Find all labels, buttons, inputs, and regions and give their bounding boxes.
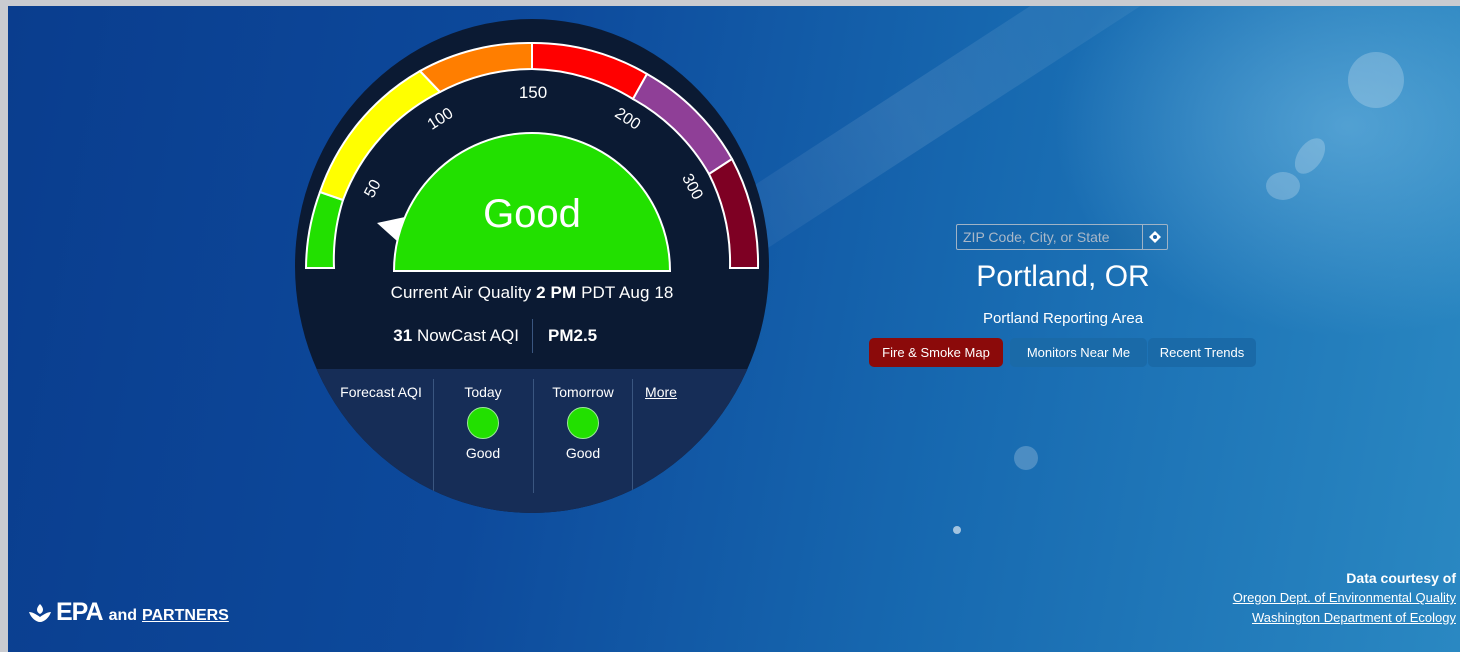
forecast-day-status: Good xyxy=(565,445,601,461)
aqi-summary: 31 NowCast AQI PM2.5 xyxy=(295,319,769,355)
credit-heading: Data courtesy of xyxy=(1346,570,1456,586)
monitors-near-me-button[interactable]: Monitors Near Me xyxy=(1010,338,1147,367)
tick-300: 300 xyxy=(678,171,706,203)
aqi-status-dot xyxy=(567,407,599,439)
recent-trends-button[interactable]: Recent Trends xyxy=(1148,338,1256,367)
data-credits: Data courtesy of Oregon Dept. of Environ… xyxy=(1233,568,1456,628)
location-city: Portland, OR xyxy=(976,260,1150,293)
credit-link-oregon[interactable]: Oregon Dept. of Environmental Quality xyxy=(1233,588,1456,608)
arc-moderate xyxy=(318,69,442,202)
forecast-day-name: Today xyxy=(464,384,502,400)
lens-flare xyxy=(953,526,961,534)
partners-link[interactable]: PARTNERS xyxy=(142,607,229,625)
arc-very-unhealthy xyxy=(631,72,734,176)
tick-50: 50 xyxy=(361,177,384,201)
search-input[interactable] xyxy=(957,225,1141,249)
epa-wordmark: EPA xyxy=(56,598,104,626)
locate-icon-graphic xyxy=(1149,231,1161,243)
forecast-day-name: Tomorrow xyxy=(552,384,614,400)
category-label: Good xyxy=(483,192,581,236)
forecast-label: Forecast AQI xyxy=(340,384,422,400)
epa-flower-icon xyxy=(29,603,51,622)
divider xyxy=(433,379,434,493)
reporting-area: Portland Reporting Area xyxy=(982,310,1144,327)
tick-150: 150 xyxy=(519,83,547,102)
aqi-value: 31 xyxy=(393,326,413,345)
credit-link-washington[interactable]: Washington Department of Ecology xyxy=(1233,608,1456,628)
lens-flare xyxy=(1348,52,1404,108)
lens-flare xyxy=(1288,132,1332,180)
arc-hazardous xyxy=(707,157,760,269)
current-label: Current Air Quality xyxy=(390,283,532,302)
arc-good xyxy=(304,190,345,269)
fire-smoke-map-button[interactable]: Fire & Smoke Map xyxy=(869,338,1003,367)
forecast-day-status: Good xyxy=(465,445,501,461)
lens-flare xyxy=(1266,172,1300,200)
tick-100: 100 xyxy=(425,105,457,134)
aqi-gauge-graphic: Good 50 100 150 200 300 xyxy=(304,41,760,272)
divider xyxy=(632,379,633,493)
current-air-quality: Current Air Quality 2 PM PDT Aug 18 xyxy=(295,283,769,303)
aqi-label: NowCast AQI xyxy=(416,326,519,345)
lens-flare xyxy=(1014,446,1038,470)
aqi-dial: Good 50 100 150 200 300 Current Air Qual… xyxy=(295,19,769,513)
divider xyxy=(533,379,534,493)
arc-usg xyxy=(418,41,533,94)
more-forecast-link[interactable]: More xyxy=(641,384,681,400)
current-date: PDT Aug 18 xyxy=(581,283,674,302)
forecast-today: Today Good xyxy=(437,384,529,461)
aqi-reading: 31 NowCast AQI xyxy=(393,326,519,346)
and-text: and xyxy=(108,607,138,624)
current-time: 2 PM xyxy=(536,283,577,302)
pollutant-label: PM2.5 xyxy=(548,326,598,345)
forecast-tomorrow: Tomorrow Good xyxy=(537,384,629,461)
tick-200: 200 xyxy=(612,105,644,134)
divider xyxy=(532,319,533,353)
locate-icon[interactable] xyxy=(1142,225,1167,249)
aqi-status-dot xyxy=(467,407,499,439)
arc-unhealthy xyxy=(531,41,649,101)
location-search xyxy=(956,224,1168,250)
epa-logo[interactable]: EPA and PARTNERS xyxy=(28,598,229,627)
